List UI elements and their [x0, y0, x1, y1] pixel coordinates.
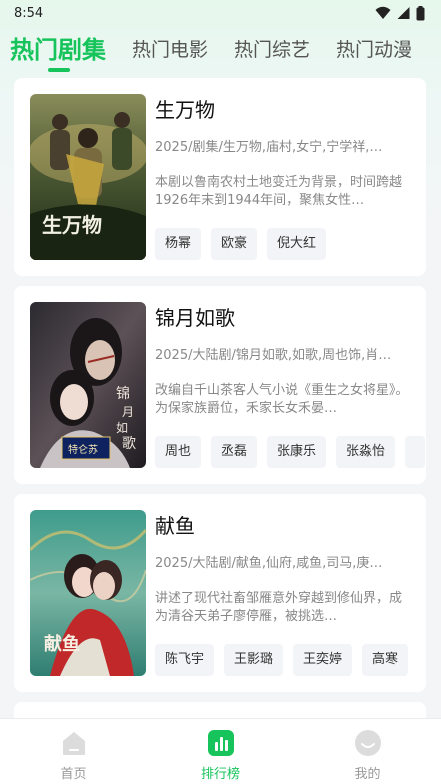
battery-icon: [416, 5, 425, 20]
tab-hot-series[interactable]: 热门剧集: [10, 34, 106, 72]
show-card[interactable]: 生万物 生万物 2025/剧集/生万物,庙村,女宁,宁学祥,… 本剧以鲁南农村土…: [14, 78, 426, 276]
show-meta: 2025/大陆剧/献鱼,仙府,咸鱼,司马,庚…: [155, 556, 383, 571]
show-list: 生万物 生万物 2025/剧集/生万物,庙村,女宁,宁学祥,… 本剧以鲁南农村土…: [14, 78, 426, 772]
profile-icon: [354, 730, 381, 756]
chart-icon: [207, 730, 234, 756]
poster-title-art: 生万物: [42, 213, 102, 237]
tab-label: 热门动漫: [336, 39, 413, 61]
tab-label: 热门剧集: [10, 36, 106, 64]
show-meta: 2025/大陆剧/锦月如歌,如歌,周也饰,肖…: [155, 348, 392, 363]
svg-text:月: 月: [122, 405, 134, 419]
tab-hot-movies[interactable]: 热门电影: [132, 34, 208, 70]
actor-tag[interactable]: 王影璐: [224, 644, 284, 676]
nav-label: 我的: [354, 767, 381, 782]
tab-hot-variety[interactable]: 热门综艺: [234, 34, 310, 70]
status-time: 8:54: [14, 5, 44, 21]
category-tabs: 热门剧集 热门电影 热门综艺 热门动漫: [0, 30, 441, 72]
actor-tag[interactable]: 周也: [155, 436, 202, 468]
poster-title-art: 锦: [116, 385, 130, 402]
actor-tag[interactable]: 高寒: [362, 644, 409, 676]
svg-text:歌: 歌: [122, 436, 136, 452]
actor-tag[interactable]: 丞磊: [211, 436, 258, 468]
show-title[interactable]: 锦月如歌: [155, 302, 235, 331]
actor-tag[interactable]: 杨幂: [155, 228, 202, 260]
wifi-icon: [375, 6, 391, 19]
poster-image: 锦 月 如 歌 特仑苏: [30, 302, 146, 468]
nav-label: 首页: [60, 767, 87, 782]
show-poster[interactable]: 生万物: [30, 94, 146, 260]
actor-tag[interactable]: 张康乐: [267, 436, 327, 468]
actor-tag[interactable]: 张淼怡: [336, 436, 396, 468]
tab-active-indicator: [48, 68, 70, 72]
show-poster[interactable]: 锦 月 如 歌 特仑苏: [30, 302, 146, 468]
poster-title-art: 献鱼: [44, 633, 80, 655]
actor-tag[interactable]: 欧豪: [211, 228, 258, 260]
poster-badge: 特仑苏: [68, 443, 98, 456]
nav-home[interactable]: 首页: [24, 719, 124, 782]
actor-list: 陈飞宇 王影璐 王奕婷 高寒: [155, 644, 426, 678]
poster-image: 献鱼: [30, 510, 146, 676]
actor-tag[interactable]: 陈飞宇: [155, 644, 215, 676]
signal-icon: [397, 7, 410, 19]
show-meta: 2025/剧集/生万物,庙村,女宁,宁学祥,…: [155, 140, 383, 155]
show-title[interactable]: 生万物: [155, 94, 215, 123]
actor-tag[interactable]: [405, 436, 426, 468]
show-card[interactable]: 献鱼 献鱼 2025/大陆剧/献鱼,仙府,咸鱼,司马,庚… 讲述了现代社畜邹雁意…: [14, 494, 426, 692]
show-card[interactable]: 锦 月 如 歌 特仑苏 锦月如歌 2025/大陆剧/锦月如歌,如歌,周也饰,肖……: [14, 286, 426, 484]
show-title[interactable]: 献鱼: [155, 510, 195, 539]
status-icons: [375, 5, 425, 21]
nav-label: 排行榜: [200, 767, 240, 782]
bottom-nav: 首页 排行榜 我的: [0, 718, 441, 784]
nav-ranking[interactable]: 排行榜: [171, 719, 271, 782]
tab-label: 热门电影: [132, 39, 209, 61]
status-bar: 8:54: [0, 0, 441, 26]
actor-list: 周也 丞磊 张康乐 张淼怡: [155, 436, 426, 470]
actor-tag[interactable]: 王奕婷: [293, 644, 353, 676]
actor-list: 杨幂 欧豪 倪大红: [155, 228, 426, 262]
tab-hot-anime[interactable]: 热门动漫: [336, 34, 412, 70]
show-poster[interactable]: 献鱼: [30, 510, 146, 676]
nav-profile[interactable]: 我的: [318, 719, 418, 782]
poster-image: 生万物: [30, 94, 146, 260]
show-description: 改编自千山茶客人气小说《重生之女将星》。为保家族爵位，禾家长女禾晏…: [155, 383, 409, 416]
show-description: 本剧以鲁南农村土地变迁为背景，时间跨越1926年末到1944年间，聚焦女性…: [155, 175, 403, 208]
home-icon: [62, 732, 85, 755]
svg-text:如: 如: [116, 420, 128, 435]
show-description: 讲述了现代社畜邹雁意外穿越到修仙界，成为清谷天弟子廖停雁，被挑选…: [155, 591, 403, 624]
tab-label: 热门综艺: [234, 39, 311, 61]
actor-tag[interactable]: 倪大红: [267, 228, 327, 260]
